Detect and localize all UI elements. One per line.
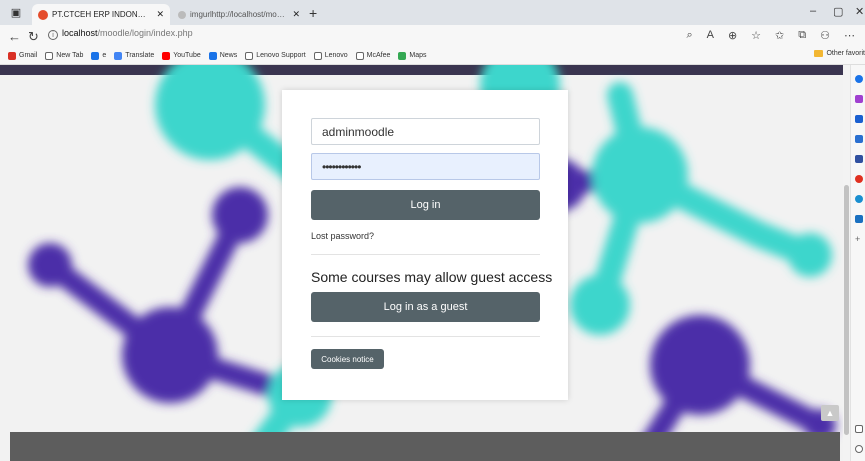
login-card: adminmoodle •••••••••••• Log in Lost pas… xyxy=(282,90,568,400)
zoom-icon[interactable]: ⊕ xyxy=(728,29,737,42)
page-viewport: ▲ adminmoodle •••••••••••• Log in Lost p… xyxy=(0,65,850,461)
url-field[interactable]: localhost/moodle/login/index.php xyxy=(62,28,193,38)
gmail-icon xyxy=(8,51,16,60)
sidebar-outlook-icon[interactable] xyxy=(855,195,863,203)
bookmark-label: Lenovo Support xyxy=(256,52,306,59)
close-tab-icon[interactable]: ✕ xyxy=(292,9,300,20)
other-favorites[interactable]: Other favorit xyxy=(814,50,865,57)
favorite-star-icon[interactable]: ☆ xyxy=(751,29,761,42)
minimize-icon[interactable]: – xyxy=(810,5,816,17)
bookmark-youtube[interactable]: YouTube xyxy=(162,51,201,60)
maximize-icon[interactable]: ▢ xyxy=(833,5,843,18)
drive-icon xyxy=(91,51,100,60)
url-host: localhost xyxy=(62,28,98,38)
sidebar-games-icon[interactable] xyxy=(855,135,863,143)
username-input[interactable]: adminmoodle xyxy=(311,118,540,145)
news-icon xyxy=(208,51,217,60)
sidebar-people-icon[interactable] xyxy=(855,155,863,163)
page-scrollbar[interactable] xyxy=(843,65,850,461)
collections-icon[interactable]: ⧉ xyxy=(798,29,806,42)
tab-label: PT.CTCEH ERP INDONESIA: Log xyxy=(52,10,151,19)
refresh-icon[interactable]: ↻ xyxy=(28,29,39,45)
tab-label: imgurlhttp://localhost/moodle/ xyxy=(190,10,287,19)
site-info-icon[interactable]: i xyxy=(48,30,58,40)
sidebar-layout-icon[interactable] xyxy=(855,425,863,433)
moodle-favicon-icon xyxy=(38,9,48,20)
tab-actions-icon[interactable]: ▣ xyxy=(8,4,24,20)
scrollbar-thumb[interactable] xyxy=(844,185,849,435)
bookmark-label: Lenovo xyxy=(324,52,348,59)
edge-sidebar: + xyxy=(850,65,865,461)
read-aloud-icon[interactable]: A xyxy=(707,29,714,42)
folder-icon xyxy=(814,50,824,57)
search-icon[interactable]: ⌕ xyxy=(686,29,692,42)
sidebar-office-icon[interactable] xyxy=(855,175,863,183)
bookmark-gmail[interactable]: Gmail xyxy=(8,51,38,60)
page-icon xyxy=(313,51,322,60)
favorites-icon[interactable]: ✩ xyxy=(775,29,784,42)
guest-login-button[interactable]: Log in as a guest xyxy=(311,292,540,322)
other-favorites-label: Other favorit xyxy=(826,50,865,57)
search-favicon-icon xyxy=(178,10,186,19)
divider xyxy=(311,336,540,337)
login-button[interactable]: Log in xyxy=(311,190,540,220)
address-bar-row: ← ↻ i localhost/moodle/login/index.php ⌕… xyxy=(0,25,865,47)
bookmark-label: Translate xyxy=(125,52,155,59)
profile-icon[interactable]: ⚇ xyxy=(820,29,830,42)
back-icon[interactable]: ← xyxy=(8,29,21,44)
sidebar-settings-icon[interactable] xyxy=(855,445,863,453)
sidebar-tools-icon[interactable] xyxy=(855,115,863,123)
bookmarks-bar: Gmail New Tab e Translate YouTube News L… xyxy=(0,47,865,65)
new-tab-button[interactable]: + xyxy=(309,5,317,21)
toolbar-icons: ⌕ A ⊕ ☆ ✩ ⧉ ⚇ ⋯ xyxy=(686,29,855,42)
maps-icon xyxy=(398,51,407,60)
sidebar-shopping-icon[interactable] xyxy=(855,95,863,103)
scroll-to-top-button[interactable]: ▲ xyxy=(821,405,839,421)
bookmark-new-tab[interactable]: New Tab xyxy=(45,51,84,60)
password-input[interactable]: •••••••••••• xyxy=(311,153,540,180)
bookmark-label: News xyxy=(219,52,238,59)
tab-moodle-login[interactable]: PT.CTCEH ERP INDONESIA: Log ✕ xyxy=(32,4,170,25)
sidebar-search-icon[interactable] xyxy=(855,75,863,83)
divider xyxy=(311,254,540,255)
youtube-icon xyxy=(162,51,171,60)
close-tab-icon[interactable]: ✕ xyxy=(156,9,164,20)
close-window-icon[interactable]: ✕ xyxy=(855,5,864,18)
bookmark-label: e xyxy=(102,52,107,59)
bookmark-mcafee[interactable]: McAfee xyxy=(355,51,391,60)
bookmark-news[interactable]: News xyxy=(208,51,238,60)
sidebar-drop-icon[interactable] xyxy=(855,215,863,223)
translate-icon xyxy=(114,51,123,60)
page-icon xyxy=(245,51,254,60)
bookmark-label: Maps xyxy=(409,52,427,59)
bookmark-lenovo[interactable]: Lenovo xyxy=(313,51,348,60)
bookmark-label: Gmail xyxy=(19,52,38,59)
bookmark-label: McAfee xyxy=(366,52,391,59)
page-footer-bar xyxy=(10,432,840,461)
guest-access-heading: Some courses may allow guest access xyxy=(311,269,553,285)
bookmark-label: YouTube xyxy=(173,52,201,59)
sidebar-add-icon[interactable]: + xyxy=(855,235,863,244)
tab-imgurl[interactable]: imgurlhttp://localhost/moodle/ ✕ xyxy=(172,4,306,25)
bookmark-maps[interactable]: Maps xyxy=(398,51,427,60)
cookies-notice-button[interactable]: Cookies notice xyxy=(311,349,384,369)
page-icon xyxy=(355,51,364,60)
page-icon xyxy=(45,51,54,60)
lost-password-link[interactable]: Lost password? xyxy=(311,231,374,241)
bookmark-label: New Tab xyxy=(56,52,84,59)
more-icon[interactable]: ⋯ xyxy=(844,29,855,42)
url-path: /moodle/login/index.php xyxy=(97,28,193,38)
bookmark-translate[interactable]: Translate xyxy=(114,51,155,60)
bookmark-lenovo-support[interactable]: Lenovo Support xyxy=(245,51,306,60)
bookmark-drive[interactable]: e xyxy=(91,51,107,60)
browser-tab-strip: ▣ PT.CTCEH ERP INDONESIA: Log ✕ imgurlht… xyxy=(0,0,865,25)
